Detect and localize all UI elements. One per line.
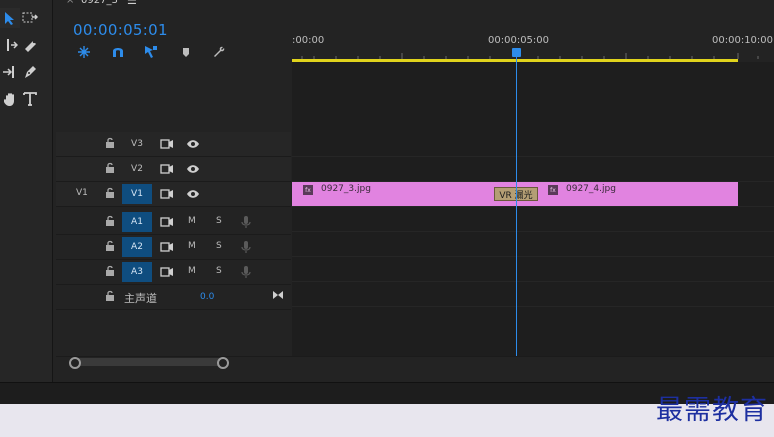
scrollbar-thumb[interactable]	[72, 358, 224, 366]
sync-lock-icon[interactable]	[160, 188, 174, 200]
clip-name: 0927_3.jpg	[321, 184, 371, 194]
playhead-handle[interactable]	[512, 48, 521, 57]
lock-icon[interactable]	[104, 215, 116, 227]
track-header-v3: V3	[56, 132, 291, 157]
track-target-a2[interactable]: A2	[122, 237, 152, 257]
source-patch-v1[interactable]: V1	[76, 188, 88, 198]
track-header-master: 主声道 0.0	[56, 285, 291, 310]
master-track-name: 主声道	[124, 292, 157, 305]
lane-a1[interactable]	[292, 207, 774, 232]
pen-icon[interactable]	[20, 62, 40, 82]
type-icon[interactable]	[20, 89, 40, 109]
selection-icon[interactable]	[0, 8, 20, 28]
solo-button[interactable]: S	[216, 266, 222, 276]
clip-name: 0927_4.jpg	[566, 184, 616, 194]
sync-lock-icon[interactable]	[160, 216, 174, 228]
lock-icon[interactable]	[104, 265, 116, 277]
lane-master[interactable]	[292, 282, 774, 307]
ruler-label-10s: 00:00:10:00	[712, 35, 774, 46]
ruler-label-start: :00:00	[292, 35, 325, 46]
lock-icon[interactable]	[104, 137, 116, 149]
watermark: 最需教育	[656, 395, 768, 426]
track-header-v2: V2	[56, 157, 291, 182]
track-select-icon[interactable]	[20, 8, 40, 28]
wrench-icon[interactable]	[211, 44, 227, 60]
track-header-a3: A3 M S	[56, 260, 291, 285]
master-volume-value[interactable]: 0.0	[200, 292, 214, 302]
mute-button[interactable]: M	[188, 216, 196, 226]
eye-icon[interactable]	[186, 138, 200, 150]
fx-badge-icon: fx	[303, 185, 313, 195]
scroll-zoom-handle-right[interactable]	[217, 357, 229, 369]
lock-icon[interactable]	[104, 290, 116, 302]
ruler-label-5s: 00:00:05:00	[488, 35, 550, 46]
nest-icon[interactable]	[76, 44, 92, 60]
lock-icon[interactable]	[104, 162, 116, 174]
tab-menu-icon[interactable]: ☰	[127, 0, 137, 7]
time-ruler[interactable]: :00:00 00:00:05:00 00:00:10:00	[292, 30, 774, 62]
sync-lock-icon[interactable]	[160, 266, 174, 278]
track-target-a1[interactable]: A1	[122, 212, 152, 232]
sequence-tab[interactable]: 0927_3	[81, 0, 118, 6]
clip-0927-3[interactable]: fx 0927_3.jpg	[292, 182, 516, 206]
track-target-v2[interactable]: V2	[122, 159, 152, 179]
microphone-icon[interactable]	[241, 215, 251, 229]
ripple-edit-icon[interactable]	[0, 35, 20, 55]
track-header-a1: A1 M S	[56, 210, 291, 235]
slip-icon[interactable]	[0, 62, 20, 82]
playhead-timecode[interactable]: 00:00:05:01	[73, 21, 168, 39]
mute-button[interactable]: M	[188, 266, 196, 276]
track-headers: V3 V2 V1 V1 A1 M S A2 M S A3 M S 主声道 0.0	[56, 132, 291, 356]
sync-lock-icon[interactable]	[160, 163, 174, 175]
hand-icon[interactable]	[0, 89, 20, 109]
lane-v2[interactable]	[292, 157, 774, 182]
solo-button[interactable]: S	[216, 241, 222, 251]
clip-0927-4[interactable]: fx 0927_4.jpg	[516, 182, 738, 206]
microphone-icon[interactable]	[241, 240, 251, 254]
lock-icon[interactable]	[104, 187, 116, 199]
sync-lock-icon[interactable]	[160, 138, 174, 150]
tools-panel	[0, 0, 53, 382]
snap-icon[interactable]	[110, 44, 126, 60]
track-header-v1: V1 V1	[56, 182, 291, 207]
lane-v3[interactable]	[292, 132, 774, 157]
scroll-zoom-handle-left[interactable]	[69, 357, 81, 369]
eye-icon[interactable]	[186, 188, 200, 200]
lane-a3[interactable]	[292, 257, 774, 282]
add-marker-icon[interactable]	[178, 44, 194, 60]
razor-icon[interactable]	[20, 35, 40, 55]
track-target-v3[interactable]: V3	[122, 134, 152, 154]
microphone-icon[interactable]	[241, 265, 251, 279]
track-target-v1[interactable]: V1	[122, 184, 152, 204]
mute-button[interactable]: M	[188, 241, 196, 251]
solo-button[interactable]: S	[216, 216, 222, 226]
track-header-a2: A2 M S	[56, 235, 291, 260]
fx-badge-icon: fx	[548, 185, 558, 195]
lock-icon[interactable]	[104, 240, 116, 252]
playhead-line[interactable]	[516, 50, 517, 356]
track-area[interactable]	[292, 62, 774, 356]
linked-selection-icon[interactable]	[143, 44, 159, 60]
track-target-a3[interactable]: A3	[122, 262, 152, 282]
go-to-end-icon[interactable]	[272, 289, 284, 301]
sync-lock-icon[interactable]	[160, 241, 174, 253]
lane-a2[interactable]	[292, 232, 774, 257]
eye-icon[interactable]	[186, 163, 200, 175]
tab-close-button[interactable]: ×	[66, 0, 74, 6]
